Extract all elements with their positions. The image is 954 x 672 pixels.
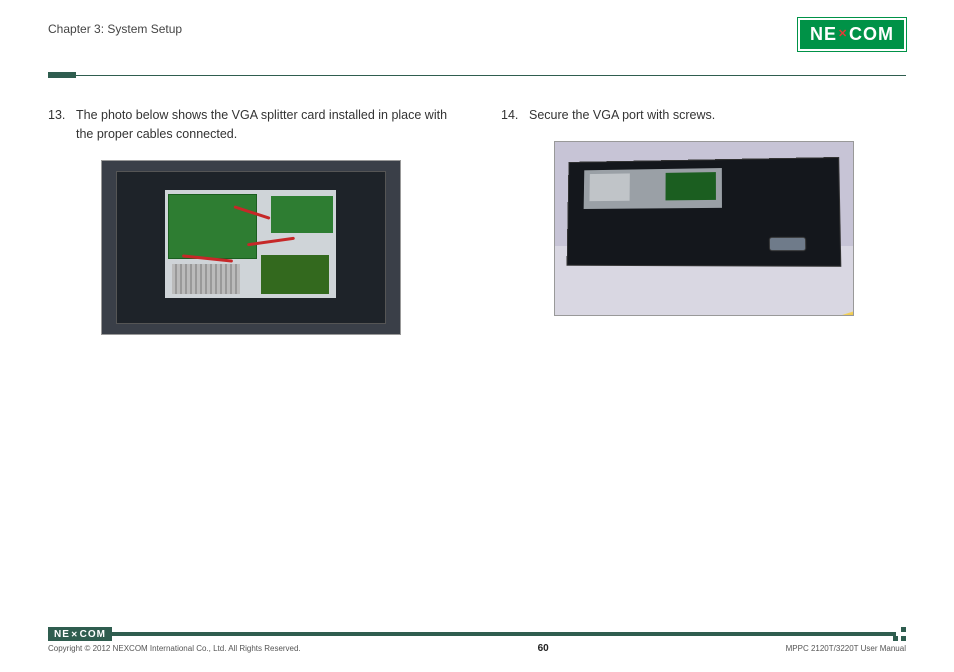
header-rule — [48, 72, 906, 78]
rule-accent — [48, 72, 76, 78]
footer-cap-icon — [896, 627, 906, 641]
right-column: 14. Secure the VGA port with screws. — [501, 106, 906, 335]
step-13: 13. The photo below shows the VGA splitt… — [48, 106, 453, 144]
footer-bar: NE✕COM — [48, 627, 906, 641]
step-number: 13. — [48, 106, 68, 144]
rule-line — [76, 75, 906, 76]
logo-x-icon — [837, 24, 849, 45]
page-number: 60 — [538, 643, 549, 654]
chapter-title: Chapter 3: System Setup — [48, 22, 182, 36]
left-column: 13. The photo below shows the VGA splitt… — [48, 106, 453, 335]
footer-logo: NE✕COM — [48, 627, 112, 641]
content-area: 13. The photo below shows the VGA splitt… — [48, 106, 906, 335]
page-footer: NE✕COM Copyright © 2012 NEXCOM Internati… — [48, 627, 906, 654]
vga-port-icon — [769, 236, 806, 250]
step-text: Secure the VGA port with screws. — [529, 106, 906, 125]
manual-reference: MPPC 2120T/3220T User Manual — [786, 644, 906, 653]
footer-text-row: Copyright © 2012 NEXCOM International Co… — [48, 643, 906, 654]
footer-rule — [112, 632, 896, 636]
page-header: Chapter 3: System Setup NE COM — [48, 22, 906, 66]
copyright-text: Copyright © 2012 NEXCOM International Co… — [48, 644, 301, 653]
photo-step-14 — [554, 141, 854, 316]
step-text: The photo below shows the VGA splitter c… — [76, 106, 453, 144]
photo-step-13 — [101, 160, 401, 335]
step-14: 14. Secure the VGA port with screws. — [501, 106, 906, 125]
brand-logo-box: NE COM — [798, 18, 906, 51]
step-number: 14. — [501, 106, 521, 125]
brand-logo: NE COM — [798, 18, 906, 51]
